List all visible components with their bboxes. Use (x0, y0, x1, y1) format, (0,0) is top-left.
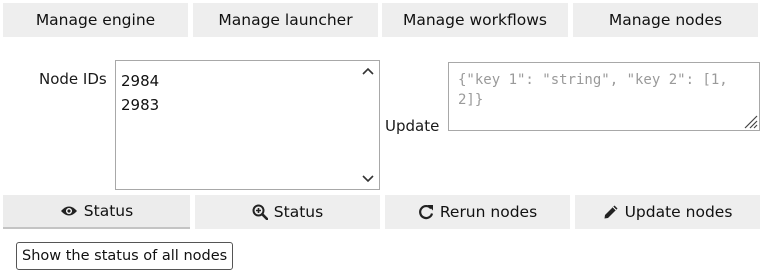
rerun-nodes-button-label: Rerun nodes (439, 203, 538, 221)
update-nodes-button-label: Update nodes (624, 203, 733, 221)
update-placeholder: {"key 1": "string", "key 2": [1, 2]} (458, 72, 737, 108)
node-ids-label: Node IDs (39, 70, 107, 88)
update-nodes-button[interactable]: Update nodes (575, 195, 760, 229)
tooltip-text: Show the status of all nodes (22, 248, 228, 264)
pencil-icon (604, 205, 618, 219)
redo-icon (418, 204, 433, 220)
node-id-line: 2984 (121, 72, 160, 90)
node-ids-textarea[interactable]: 2984 2983 (115, 60, 380, 190)
node-ids-value: 2984 2983 (121, 69, 159, 117)
chevron-up-icon (362, 67, 374, 75)
scroll-up-arrow[interactable] (360, 63, 376, 79)
status-tooltip: Show the status of all nodes (16, 242, 234, 270)
search-plus-icon (252, 204, 268, 220)
status-detail-button[interactable]: Status (195, 195, 380, 229)
chevron-down-icon (362, 175, 374, 183)
tab-label: Manage engine (35, 11, 156, 29)
tab-label: Manage workflows (402, 11, 547, 29)
update-label: Update (385, 117, 440, 135)
tab-manage-engine[interactable]: Manage engine (3, 3, 188, 37)
tab-manage-workflows[interactable]: Manage workflows (382, 3, 568, 37)
eye-icon (60, 206, 77, 216)
scroll-down-arrow[interactable] (360, 171, 376, 187)
status-detail-button-label: Status (273, 203, 324, 221)
rerun-nodes-button[interactable]: Rerun nodes (385, 195, 570, 229)
node-id-line: 2983 (121, 96, 160, 114)
tab-manage-nodes[interactable]: Manage nodes (573, 3, 758, 37)
tab-manage-launcher[interactable]: Manage launcher (193, 3, 378, 37)
resize-handle-icon[interactable] (740, 111, 758, 129)
status-button[interactable]: Status (3, 195, 190, 229)
tab-label: Manage launcher (218, 11, 353, 29)
status-button-label: Status (83, 202, 134, 220)
tab-label: Manage nodes (608, 11, 723, 29)
update-textarea[interactable]: {"key 1": "string", "key 2": [1, 2]} (448, 62, 760, 131)
